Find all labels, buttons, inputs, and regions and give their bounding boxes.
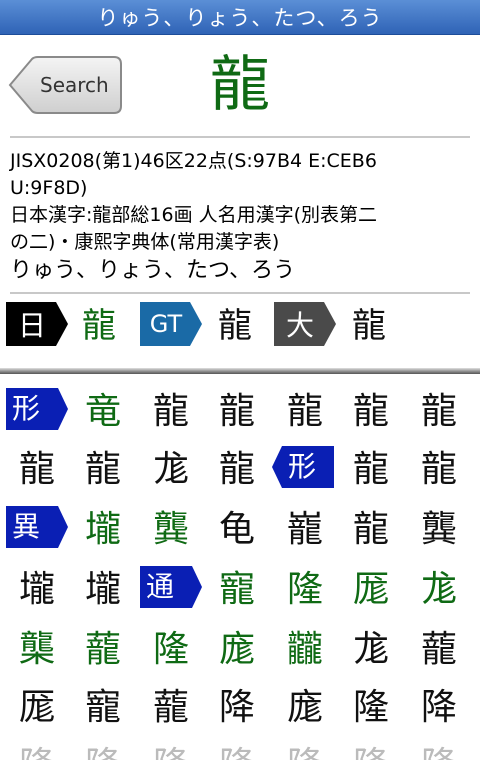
kanji-cell[interactable]: 龍: [406, 384, 472, 440]
kanji-cell[interactable]: 龍: [406, 442, 472, 498]
divider-info: [10, 292, 470, 294]
title-text: りゅう、りょう、たつ、ろう: [97, 6, 383, 30]
font-variant-char: 龍: [352, 306, 386, 346]
font-variant-char: 龍: [82, 306, 116, 346]
related-kanji-grid: 形 竜 龍 龍 龍 龍 龍 龍 龍 尨 龍 形 龍 龍 異 壠 龔 龟 巃 龍 …: [0, 384, 480, 760]
kanji-cell[interactable]: 庬: [204, 622, 270, 678]
font-tag-nihon[interactable]: 日: [6, 302, 68, 346]
kanji-cell[interactable]: 庬: [272, 680, 338, 736]
description-line-1: 日本漢字:龍部総16画 人名用漢字(別表第二: [10, 204, 378, 226]
kanji-cell[interactable]: 隆: [4, 738, 70, 760]
kanji-cell[interactable]: 竜: [70, 384, 136, 440]
common-variant-badge: 通: [140, 566, 202, 608]
search-back-button[interactable]: Search: [8, 56, 122, 114]
kanji-cell[interactable]: 尨: [406, 562, 472, 618]
kanji-cell[interactable]: 隆: [70, 738, 136, 760]
kanji-cell[interactable]: 厖: [4, 680, 70, 736]
kanji-cell[interactable]: 隆: [138, 738, 204, 760]
reading-line: りゅう、りょう、たつ、ろう: [10, 258, 296, 283]
section-divider: [0, 368, 480, 374]
kanji-cell[interactable]: 蘢: [70, 622, 136, 678]
kanji-cell[interactable]: 龍: [338, 384, 404, 440]
kanji-cell[interactable]: 龍: [138, 384, 204, 440]
kanji-cell[interactable]: 隆: [138, 622, 204, 678]
kanji-cell[interactable]: 壠: [70, 562, 136, 618]
font-variant-row: 日 龍 GT 龍 大 龍: [6, 302, 476, 350]
kanji-cell[interactable]: 巃: [272, 502, 338, 558]
kanji-cell[interactable]: 龟: [204, 502, 270, 558]
kanji-cell[interactable]: 龖: [272, 622, 338, 678]
kanji-cell[interactable]: 蘢: [406, 622, 472, 678]
kanji-cell[interactable]: 寵: [70, 680, 136, 736]
kanji-cell[interactable]: 寵: [204, 562, 270, 618]
kanji-cell[interactable]: 隆: [204, 738, 270, 760]
font-tag-label: GT: [149, 310, 183, 338]
kanji-cell[interactable]: 龍: [204, 442, 270, 498]
kanji-cell[interactable]: 蘢: [138, 680, 204, 736]
kanji-cell[interactable]: 壠: [4, 562, 70, 618]
kanji-cell[interactable]: 龍: [338, 442, 404, 498]
kanji-cell[interactable]: 隆: [338, 738, 404, 760]
form-variant-badge: 形: [6, 388, 68, 430]
kanji-cell[interactable]: 龍: [338, 502, 404, 558]
kanji-cell[interactable]: 尨: [338, 622, 404, 678]
font-tag-dai[interactable]: 大: [274, 302, 336, 346]
kanji-cell[interactable]: 降: [204, 680, 270, 736]
form-variant-badge: 形: [272, 446, 334, 488]
divider-top: [10, 136, 470, 138]
font-variant-char: 龍: [218, 306, 252, 346]
font-tag-label: 日: [17, 309, 46, 342]
kanji-cell[interactable]: 龔: [406, 502, 472, 558]
kanji-cell[interactable]: 厖: [338, 562, 404, 618]
kanji-cell[interactable]: 尨: [138, 442, 204, 498]
title-bar: りゅう、りょう、たつ、ろう: [0, 0, 480, 35]
kanji-cell[interactable]: 㰍: [4, 622, 70, 678]
kanji-cell[interactable]: 龍: [70, 442, 136, 498]
search-button-label: Search: [40, 73, 109, 97]
code-line-2: U:9F8D): [10, 177, 88, 199]
kanji-cell[interactable]: 隆: [272, 562, 338, 618]
font-tag-label: 大: [285, 309, 314, 342]
kanji-cell[interactable]: 降: [406, 680, 472, 736]
kanji-cell[interactable]: 隆: [272, 738, 338, 760]
kanji-cell[interactable]: 隆: [406, 738, 472, 760]
code-line-1: JISX0208(第1)46区22点(S:97B4 E:CEB6: [10, 150, 377, 172]
variant-badge: 異: [6, 506, 68, 548]
kanji-cell[interactable]: 壠: [70, 502, 136, 558]
kanji-cell[interactable]: 龍: [272, 384, 338, 440]
kanji-cell[interactable]: 隆: [338, 680, 404, 736]
kanji-character: 龍: [210, 50, 270, 120]
description-line-2: の二)・康熙字典体(常用漢字表): [10, 231, 280, 253]
kanji-info: JISX0208(第1)46区22点(S:97B4 E:CEB6 U:9F8D)…: [10, 148, 472, 286]
kanji-cell[interactable]: 龍: [204, 384, 270, 440]
kanji-cell[interactable]: 龍: [4, 442, 70, 498]
font-tag-gt[interactable]: GT: [140, 302, 202, 346]
kanji-cell[interactable]: 龔: [138, 502, 204, 558]
